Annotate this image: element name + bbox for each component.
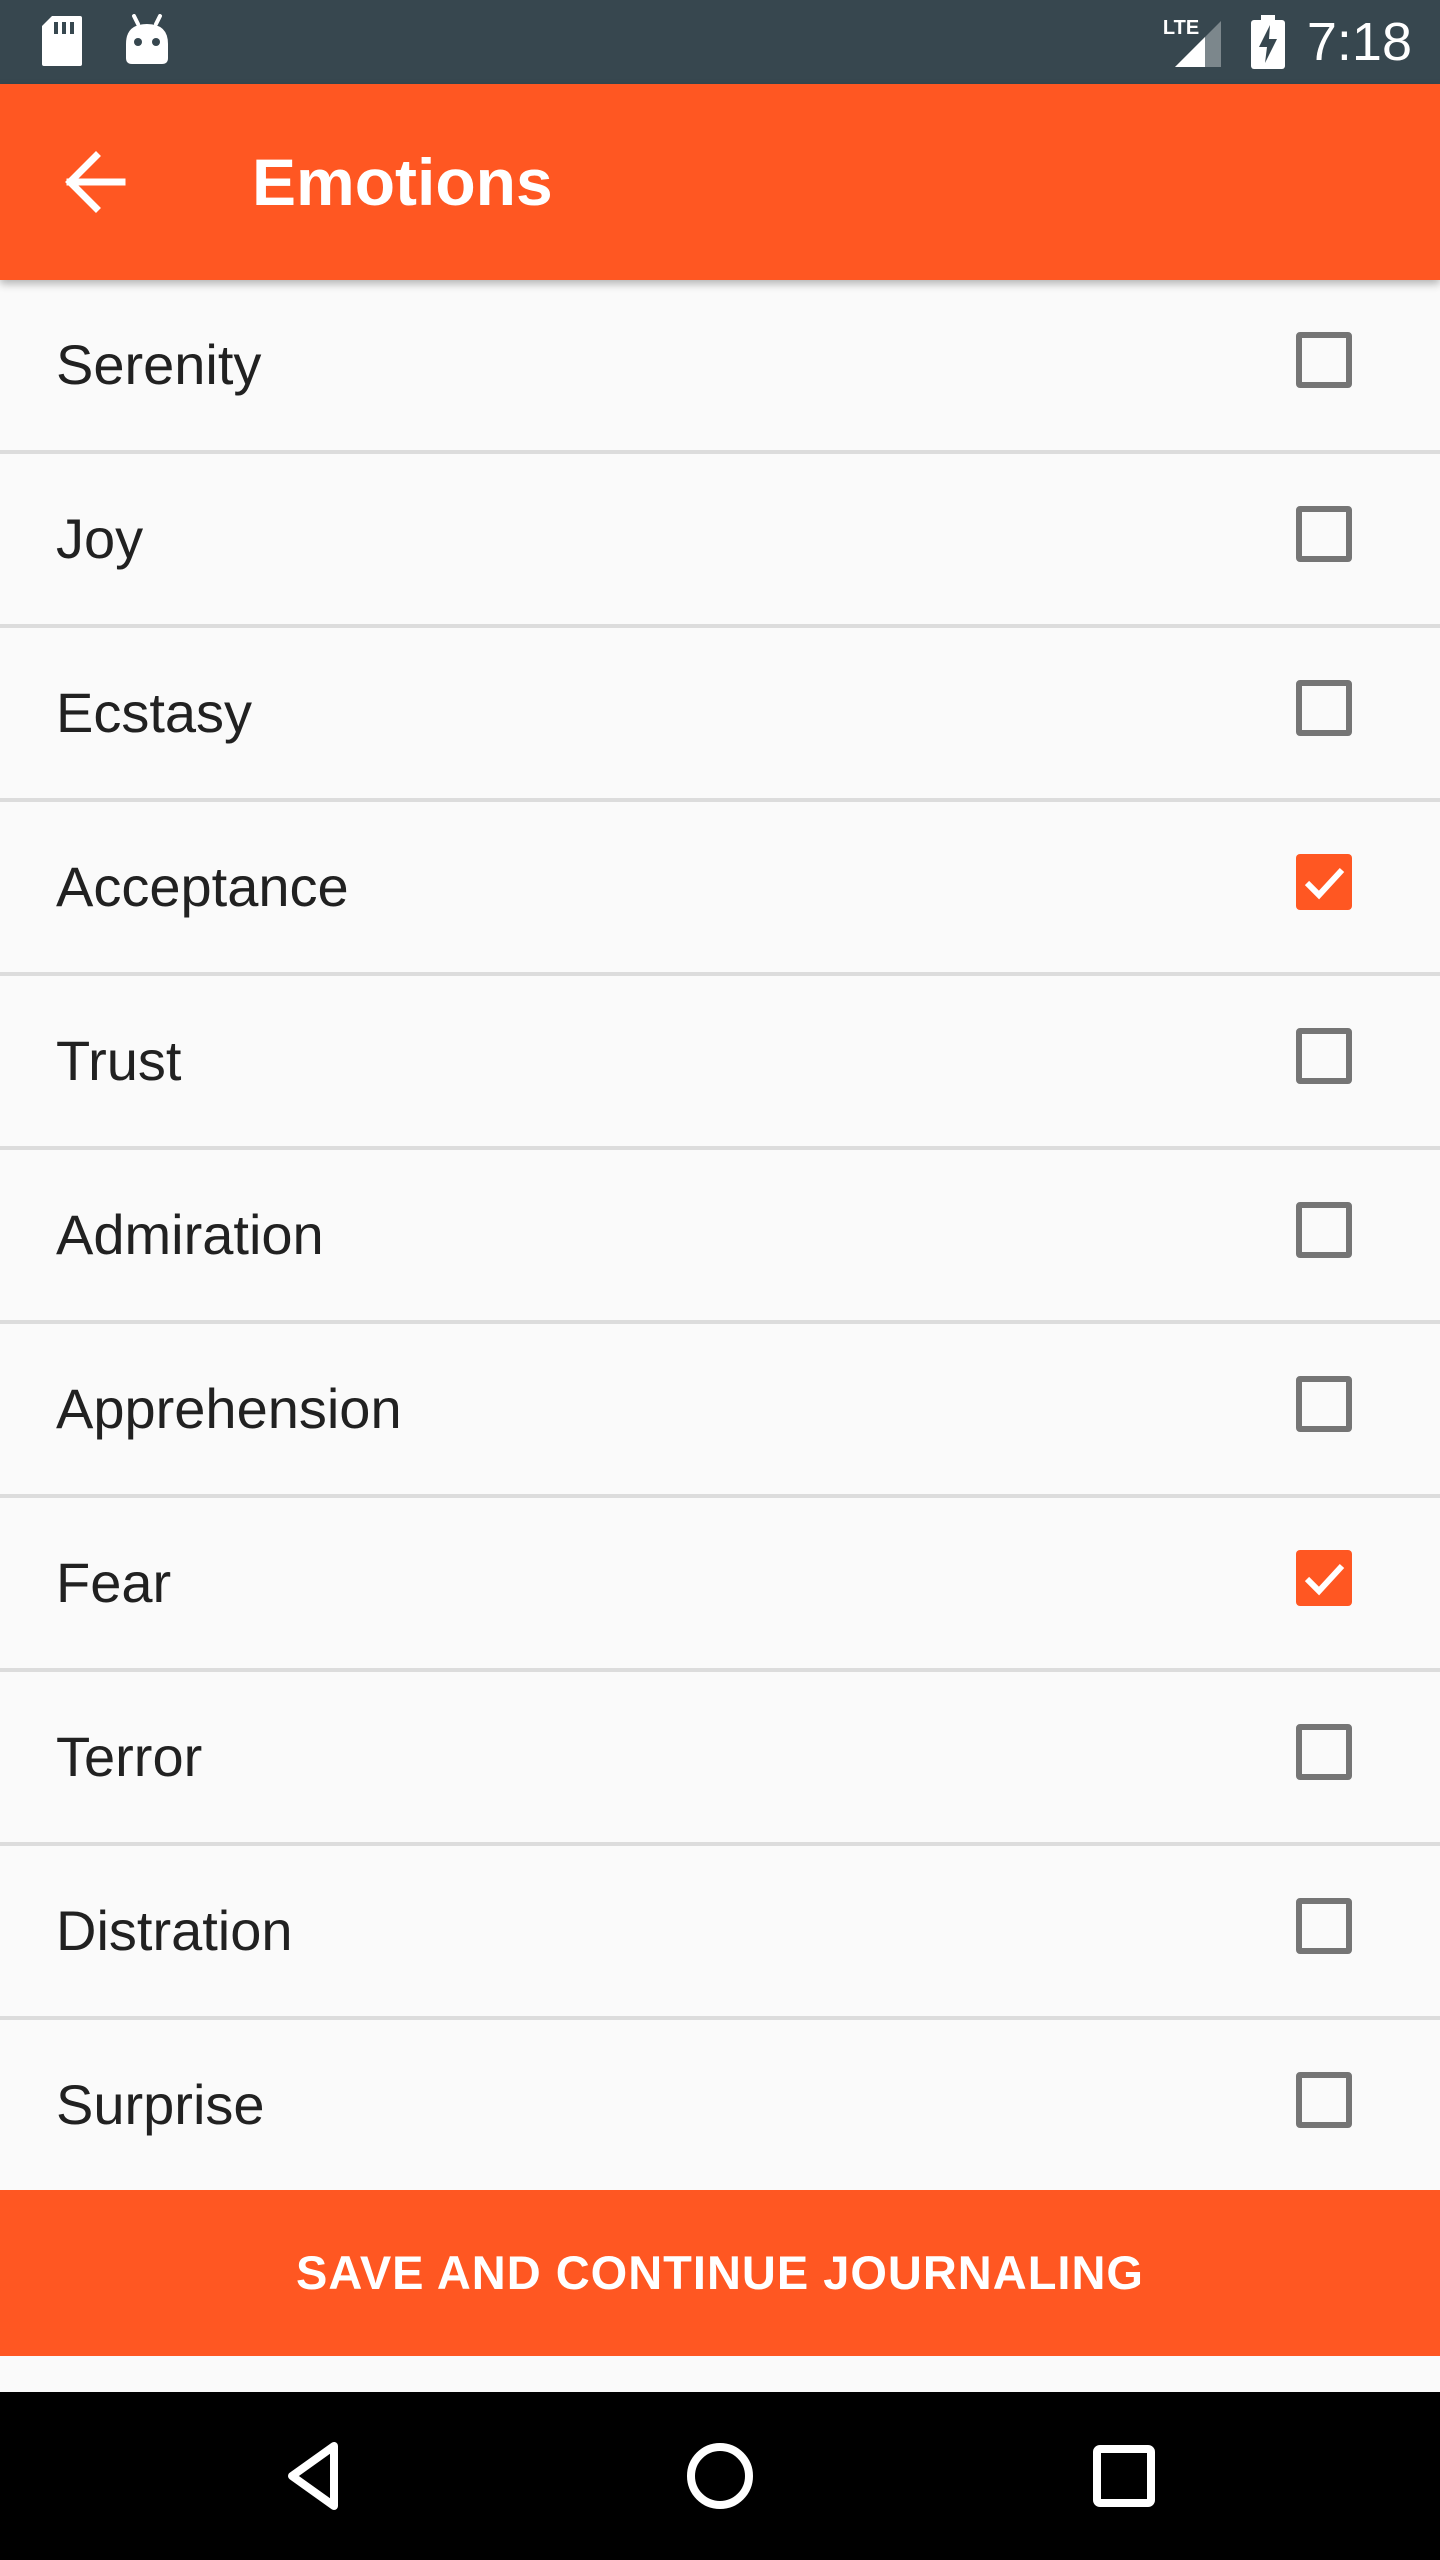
checkbox[interactable] [1296,854,1352,910]
checkbox[interactable] [1296,1898,1352,1954]
list-item[interactable]: Joy [0,454,1440,628]
list-item-label: Fear [56,1551,172,1614]
status-bar: LTE 7:18 [0,0,1440,84]
list-item[interactable]: Apprehension [0,1324,1440,1498]
checkbox[interactable] [1296,332,1352,388]
nav-back-button[interactable] [266,2426,366,2526]
sd-card-icon [40,14,84,73]
list-item[interactable]: Terror [0,1672,1440,1846]
status-clock: 7:18 [1306,12,1412,72]
list-item[interactable]: Trust [0,976,1440,1150]
app-bar: Emotions [0,84,1440,280]
emotion-list: Serenity Joy Ecstasy Acceptance Trust Ad… [0,280,1440,2194]
checkbox[interactable] [1296,506,1352,562]
list-item-label: Admiration [56,1203,324,1266]
checkmark-icon [1304,1563,1345,1596]
list-item-label: Ecstasy [56,681,253,744]
checkbox[interactable] [1296,1724,1352,1780]
save-and-continue-button[interactable]: SAVE AND CONTINUE JOURNALING [0,2190,1440,2356]
checkbox[interactable] [1296,1028,1352,1084]
list-item-label: Distration [56,1899,293,1962]
status-right-group: LTE 7:18 [1163,0,1412,84]
checkbox[interactable] [1296,1550,1352,1606]
list-item-label: Surprise [56,2073,265,2136]
checkmark-icon [1304,867,1345,900]
checkbox[interactable] [1296,1202,1352,1258]
list-item-label: Acceptance [56,855,349,918]
bottom-spacer [0,2356,1440,2392]
page-title: Emotions [252,145,553,219]
list-item[interactable]: Surprise [0,2020,1440,2194]
home-circle-icon [687,2443,753,2509]
arrow-back-icon [65,151,126,213]
android-icon [124,14,170,73]
list-item[interactable]: Ecstasy [0,628,1440,802]
list-item[interactable]: Acceptance [0,802,1440,976]
list-item[interactable]: Fear [0,1498,1440,1672]
signal-icon: LTE [1163,15,1223,69]
checkbox[interactable] [1296,680,1352,736]
list-item-label: Serenity [56,333,262,396]
list-item[interactable]: Admiration [0,1150,1440,1324]
list-item-label: Apprehension [56,1377,402,1440]
list-item[interactable]: Serenity [0,280,1440,454]
recents-square-icon [1093,2445,1155,2507]
checkbox[interactable] [1296,2072,1352,2128]
battery-charging-icon [1250,15,1285,69]
nav-recents-button[interactable] [1074,2426,1174,2526]
back-triangle-icon [288,2442,338,2510]
list-item-label: Terror [56,1725,203,1788]
list-item[interactable]: Distration [0,1846,1440,2020]
checkbox[interactable] [1296,1376,1352,1432]
nav-home-button[interactable] [670,2426,770,2526]
list-item-label: Joy [56,507,144,570]
list-item-label: Trust [56,1029,182,1092]
back-button[interactable] [48,134,144,230]
navigation-bar [0,2392,1440,2560]
